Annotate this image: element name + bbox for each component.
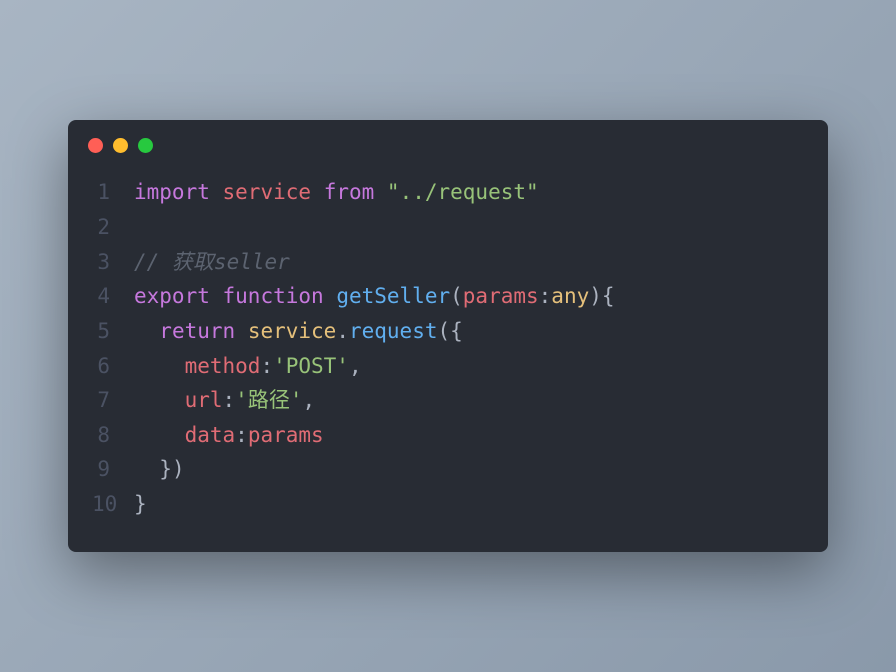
code-line: 10 }	[92, 487, 804, 522]
code-content: export function getSeller(params:any){	[134, 279, 615, 314]
maximize-icon[interactable]	[138, 138, 153, 153]
line-number: 7	[92, 383, 134, 418]
code-line: 8 data:params	[92, 418, 804, 453]
line-number: 6	[92, 349, 134, 384]
line-number: 3	[92, 245, 134, 280]
code-line: 6 method:'POST',	[92, 349, 804, 384]
code-content: data:params	[134, 418, 324, 453]
code-content: // 获取seller	[134, 245, 290, 280]
line-number: 4	[92, 279, 134, 314]
code-window: 1 import service from "../request" 2 3 /…	[68, 120, 828, 551]
code-line: 9 })	[92, 452, 804, 487]
line-number: 5	[92, 314, 134, 349]
code-content: }	[134, 487, 147, 522]
line-number: 9	[92, 452, 134, 487]
code-content: url:'路径',	[134, 383, 315, 418]
code-line: 1 import service from "../request"	[92, 175, 804, 210]
code-content: })	[134, 452, 185, 487]
code-line: 3 // 获取seller	[92, 245, 804, 280]
titlebar	[68, 120, 828, 157]
minimize-icon[interactable]	[113, 138, 128, 153]
code-line: 4 export function getSeller(params:any){	[92, 279, 804, 314]
line-number: 2	[92, 210, 134, 245]
line-number: 10	[92, 487, 134, 522]
code-editor[interactable]: 1 import service from "../request" 2 3 /…	[68, 157, 828, 551]
code-line: 2	[92, 210, 804, 245]
line-number: 8	[92, 418, 134, 453]
close-icon[interactable]	[88, 138, 103, 153]
code-line: 7 url:'路径',	[92, 383, 804, 418]
code-content: method:'POST',	[134, 349, 362, 384]
code-line: 5 return service.request({	[92, 314, 804, 349]
code-content: return service.request({	[134, 314, 463, 349]
line-number: 1	[92, 175, 134, 210]
code-content: import service from "../request"	[134, 175, 539, 210]
